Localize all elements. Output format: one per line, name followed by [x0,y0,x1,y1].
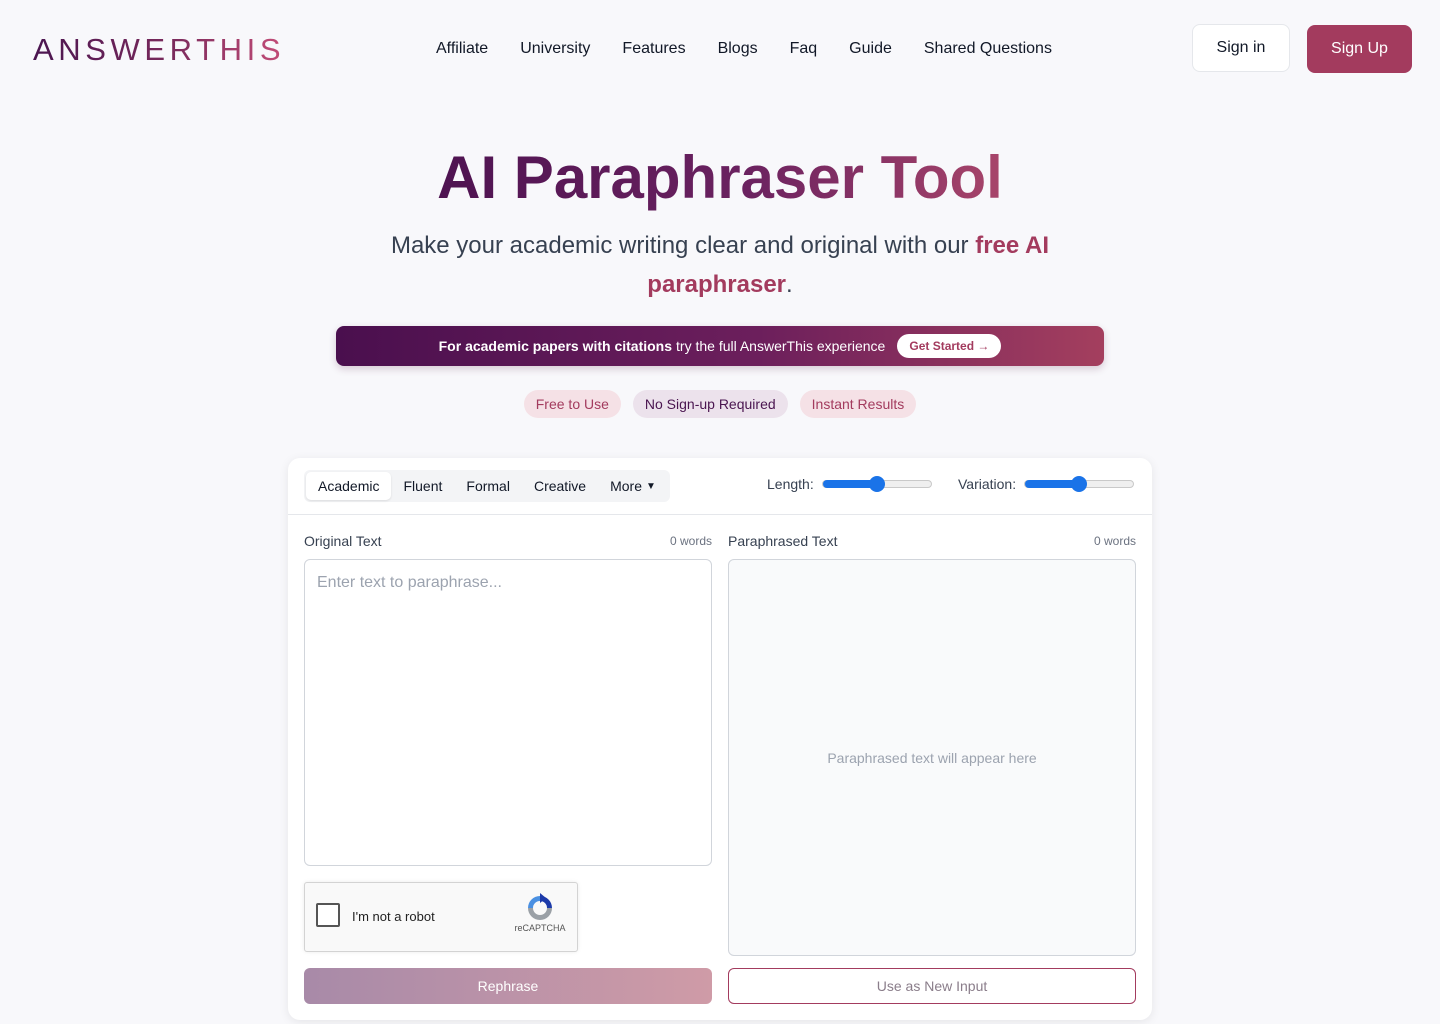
hero-subtitle-end: . [786,271,793,298]
badge-instant: Instant Results [799,390,917,418]
page-title: AI Paraphraser Tool [0,140,1440,216]
badge-no-signup: No Sign-up Required [632,390,788,418]
nav-features[interactable]: Features [622,37,685,61]
recaptcha-label: I'm not a robot [352,909,435,924]
variation-slider-thumb[interactable] [1071,476,1088,492]
banner-bold-text: For academic papers with citations [438,338,673,354]
original-text-placeholder: Enter text to paraphrase... [317,574,502,591]
nav-university[interactable]: University [520,37,590,61]
answerthis-logo[interactable]: ANSWERTHIS [33,30,285,70]
caret-down-icon: ▼ [646,480,656,492]
variation-slider[interactable] [1024,476,1135,492]
nav-blogs[interactable]: Blogs [718,37,758,61]
nav-shared-questions[interactable]: Shared Questions [924,37,1052,61]
nav-guide[interactable]: Guide [849,37,892,61]
original-text-input[interactable]: Enter text to paraphrase... [304,559,712,866]
mode-tabs: Academic Fluent Formal Creative More ▼ [304,470,670,502]
length-slider-thumb[interactable] [868,476,885,492]
variation-label: Variation: [958,476,1017,492]
rephrase-button[interactable]: Rephrase [304,968,712,1004]
get-started-button[interactable]: Get Started → [897,334,1002,358]
recaptcha-brand: reCAPTCHA [514,923,566,933]
mode-more-label: More [610,478,642,494]
main-nav: Affiliate University Features Blogs Faq … [420,37,1068,61]
hero-subtitle: Make your academic writing clear and ori… [370,226,1070,304]
hero-subtitle-start: Make your academic writing clear and ori… [390,232,976,259]
original-word-count: 0 words [669,534,712,548]
recaptcha-checkbox[interactable] [316,903,340,927]
mode-fluent[interactable]: Fluent [391,472,454,500]
paraphrased-word-count: 0 words [1093,534,1136,548]
mode-academic[interactable]: Academic [306,472,392,500]
mode-creative[interactable]: Creative [522,472,598,500]
tool-toolbar: Academic Fluent Formal Creative More ▼ L… [288,458,1152,515]
length-slider[interactable] [821,476,932,492]
sign-up-button[interactable]: Sign Up [1307,25,1412,73]
original-text-label: Original Text [304,533,382,549]
recaptcha-icon [528,893,552,920]
recaptcha-widget: I'm not a robot reCAPTCHA [304,882,578,952]
promo-banner: For academic papers with citations try t… [336,326,1104,366]
feature-badges: Free to Use No Sign-up Required Instant … [0,390,1440,418]
banner-text: try the full AnswerThis experience [676,338,886,354]
page-title-text: AI Paraphraser Tool [437,144,1003,211]
mode-more-dropdown[interactable]: More ▼ [598,472,668,500]
length-label: Length: [767,476,814,492]
length-control: Length: [767,476,932,492]
mode-formal[interactable]: Formal [454,472,522,500]
nav-faq[interactable]: Faq [790,37,818,61]
badge-free: Free to Use [523,390,621,418]
nav-affiliate[interactable]: Affiliate [436,37,488,61]
paraphrased-text-label: Paraphrased Text [728,533,838,549]
sign-in-button[interactable]: Sign in [1192,24,1290,72]
site-header: ANSWERTHIS Affiliate University Features… [0,0,1440,98]
variation-control: Variation: [958,476,1135,492]
output-placeholder: Paraphrased text will appear here [827,749,1037,766]
paraphraser-tool: Academic Fluent Formal Creative More ▼ L… [288,458,1152,1020]
use-as-new-input-button[interactable]: Use as New Input [728,968,1136,1004]
paraphrased-output: Paraphrased text will appear here [728,559,1136,956]
